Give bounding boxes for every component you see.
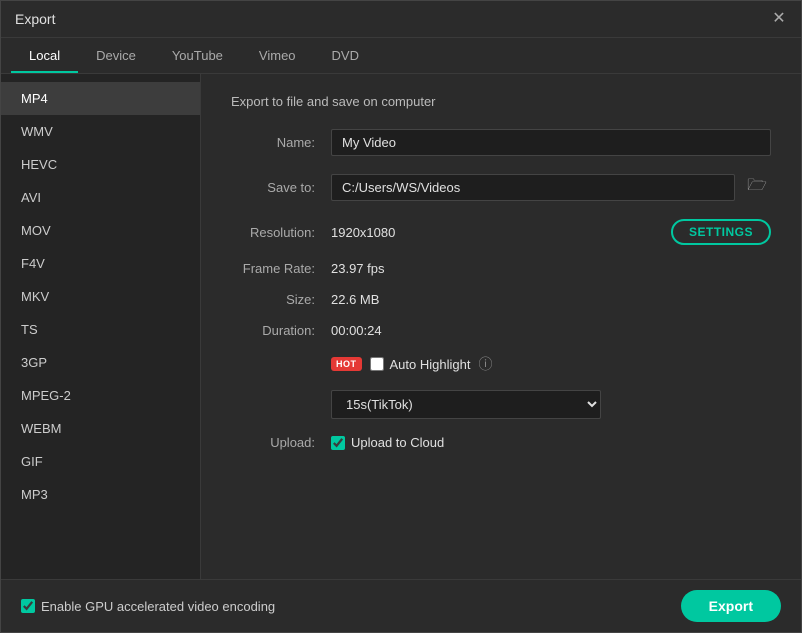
sidebar: MP4 WMV HEVC AVI MOV F4V MKV TS 3GP MPEG… — [1, 74, 201, 579]
sidebar-item-mp4[interactable]: MP4 — [1, 82, 200, 115]
folder-button[interactable]: 🗁 — [743, 172, 771, 203]
sidebar-item-mkv[interactable]: MKV — [1, 280, 200, 313]
main-panel: Export to file and save on computer Name… — [201, 74, 801, 579]
export-dialog: Export ✕ Local Device YouTube Vimeo DVD … — [0, 0, 802, 633]
upload-cloud-text: Upload to Cloud — [351, 435, 444, 450]
content-area: MP4 WMV HEVC AVI MOV F4V MKV TS 3GP MPEG… — [1, 74, 801, 579]
sidebar-item-mp3[interactable]: MP3 — [1, 478, 200, 511]
sidebar-item-avi[interactable]: AVI — [1, 181, 200, 214]
save-to-input[interactable] — [331, 174, 735, 201]
upload-area: Upload to Cloud — [331, 435, 771, 450]
auto-highlight-checkbox[interactable] — [370, 357, 384, 371]
resolution-label: Resolution: — [231, 225, 331, 240]
resolution-text: 1920x1080 — [331, 225, 395, 240]
name-label: Name: — [231, 135, 331, 150]
sidebar-item-gif[interactable]: GIF — [1, 445, 200, 478]
highlight-dropdown[interactable]: 15s(TikTok) 30s 60s — [331, 390, 601, 419]
save-to-value: 🗁 — [331, 172, 771, 203]
sidebar-item-f4v[interactable]: F4V — [1, 247, 200, 280]
sidebar-item-mov[interactable]: MOV — [1, 214, 200, 247]
size-value: 22.6 MB — [331, 292, 771, 307]
auto-highlight-checkbox-label[interactable]: Auto Highlight — [370, 357, 471, 372]
duration-label: Duration: — [231, 323, 331, 338]
resolution-value: 1920x1080 SETTINGS — [331, 219, 771, 245]
help-icon[interactable]: ⓘ — [478, 354, 492, 374]
sidebar-item-ts[interactable]: TS — [1, 313, 200, 346]
upload-cloud-label[interactable]: Upload to Cloud — [331, 435, 771, 450]
dialog-title: Export — [15, 11, 55, 27]
sidebar-item-webm[interactable]: WEBM — [1, 412, 200, 445]
tab-device[interactable]: Device — [78, 38, 154, 73]
duration-value: 00:00:24 — [331, 323, 771, 338]
gpu-encoding-label[interactable]: Enable GPU accelerated video encoding — [21, 599, 275, 614]
close-button[interactable]: ✕ — [771, 11, 787, 27]
size-label: Size: — [231, 292, 331, 307]
upload-label: Upload: — [231, 435, 331, 450]
sidebar-item-mpeg2[interactable]: MPEG-2 — [1, 379, 200, 412]
save-to-row: Save to: 🗁 — [231, 172, 771, 203]
sidebar-item-3gp[interactable]: 3GP — [1, 346, 200, 379]
tab-local[interactable]: Local — [11, 38, 78, 73]
name-value — [331, 129, 771, 156]
upload-cloud-checkbox[interactable] — [331, 436, 345, 450]
hot-badge: HOT — [331, 357, 362, 371]
highlight-dropdown-row: 15s(TikTok) 30s 60s — [231, 390, 771, 419]
settings-button[interactable]: SETTINGS — [671, 219, 771, 245]
frame-rate-label: Frame Rate: — [231, 261, 331, 276]
frame-rate-row: Frame Rate: 23.97 fps — [231, 261, 771, 276]
bottom-bar: Enable GPU accelerated video encoding Ex… — [1, 579, 801, 632]
save-to-label: Save to: — [231, 180, 331, 195]
panel-title: Export to file and save on computer — [231, 94, 771, 109]
size-row: Size: 22.6 MB — [231, 292, 771, 307]
frame-rate-value: 23.97 fps — [331, 261, 771, 276]
name-row: Name: — [231, 129, 771, 156]
sidebar-item-wmv[interactable]: WMV — [1, 115, 200, 148]
gpu-encoding-checkbox[interactable] — [21, 599, 35, 613]
auto-highlight-text: Auto Highlight — [390, 357, 471, 372]
auto-highlight-area: HOT Auto Highlight ⓘ — [331, 354, 771, 374]
resolution-row: Resolution: 1920x1080 SETTINGS — [231, 219, 771, 245]
gpu-encoding-text: Enable GPU accelerated video encoding — [41, 599, 275, 614]
tab-dvd[interactable]: DVD — [314, 38, 377, 73]
auto-highlight-row: HOT Auto Highlight ⓘ — [231, 354, 771, 374]
upload-row: Upload: Upload to Cloud — [231, 435, 771, 450]
tab-youtube[interactable]: YouTube — [154, 38, 241, 73]
duration-row: Duration: 00:00:24 — [231, 323, 771, 338]
tab-vimeo[interactable]: Vimeo — [241, 38, 314, 73]
sidebar-item-hevc[interactable]: HEVC — [1, 148, 200, 181]
tabs-bar: Local Device YouTube Vimeo DVD — [1, 38, 801, 74]
name-input[interactable] — [331, 129, 771, 156]
export-button[interactable]: Export — [681, 590, 781, 622]
title-bar: Export ✕ — [1, 1, 801, 38]
